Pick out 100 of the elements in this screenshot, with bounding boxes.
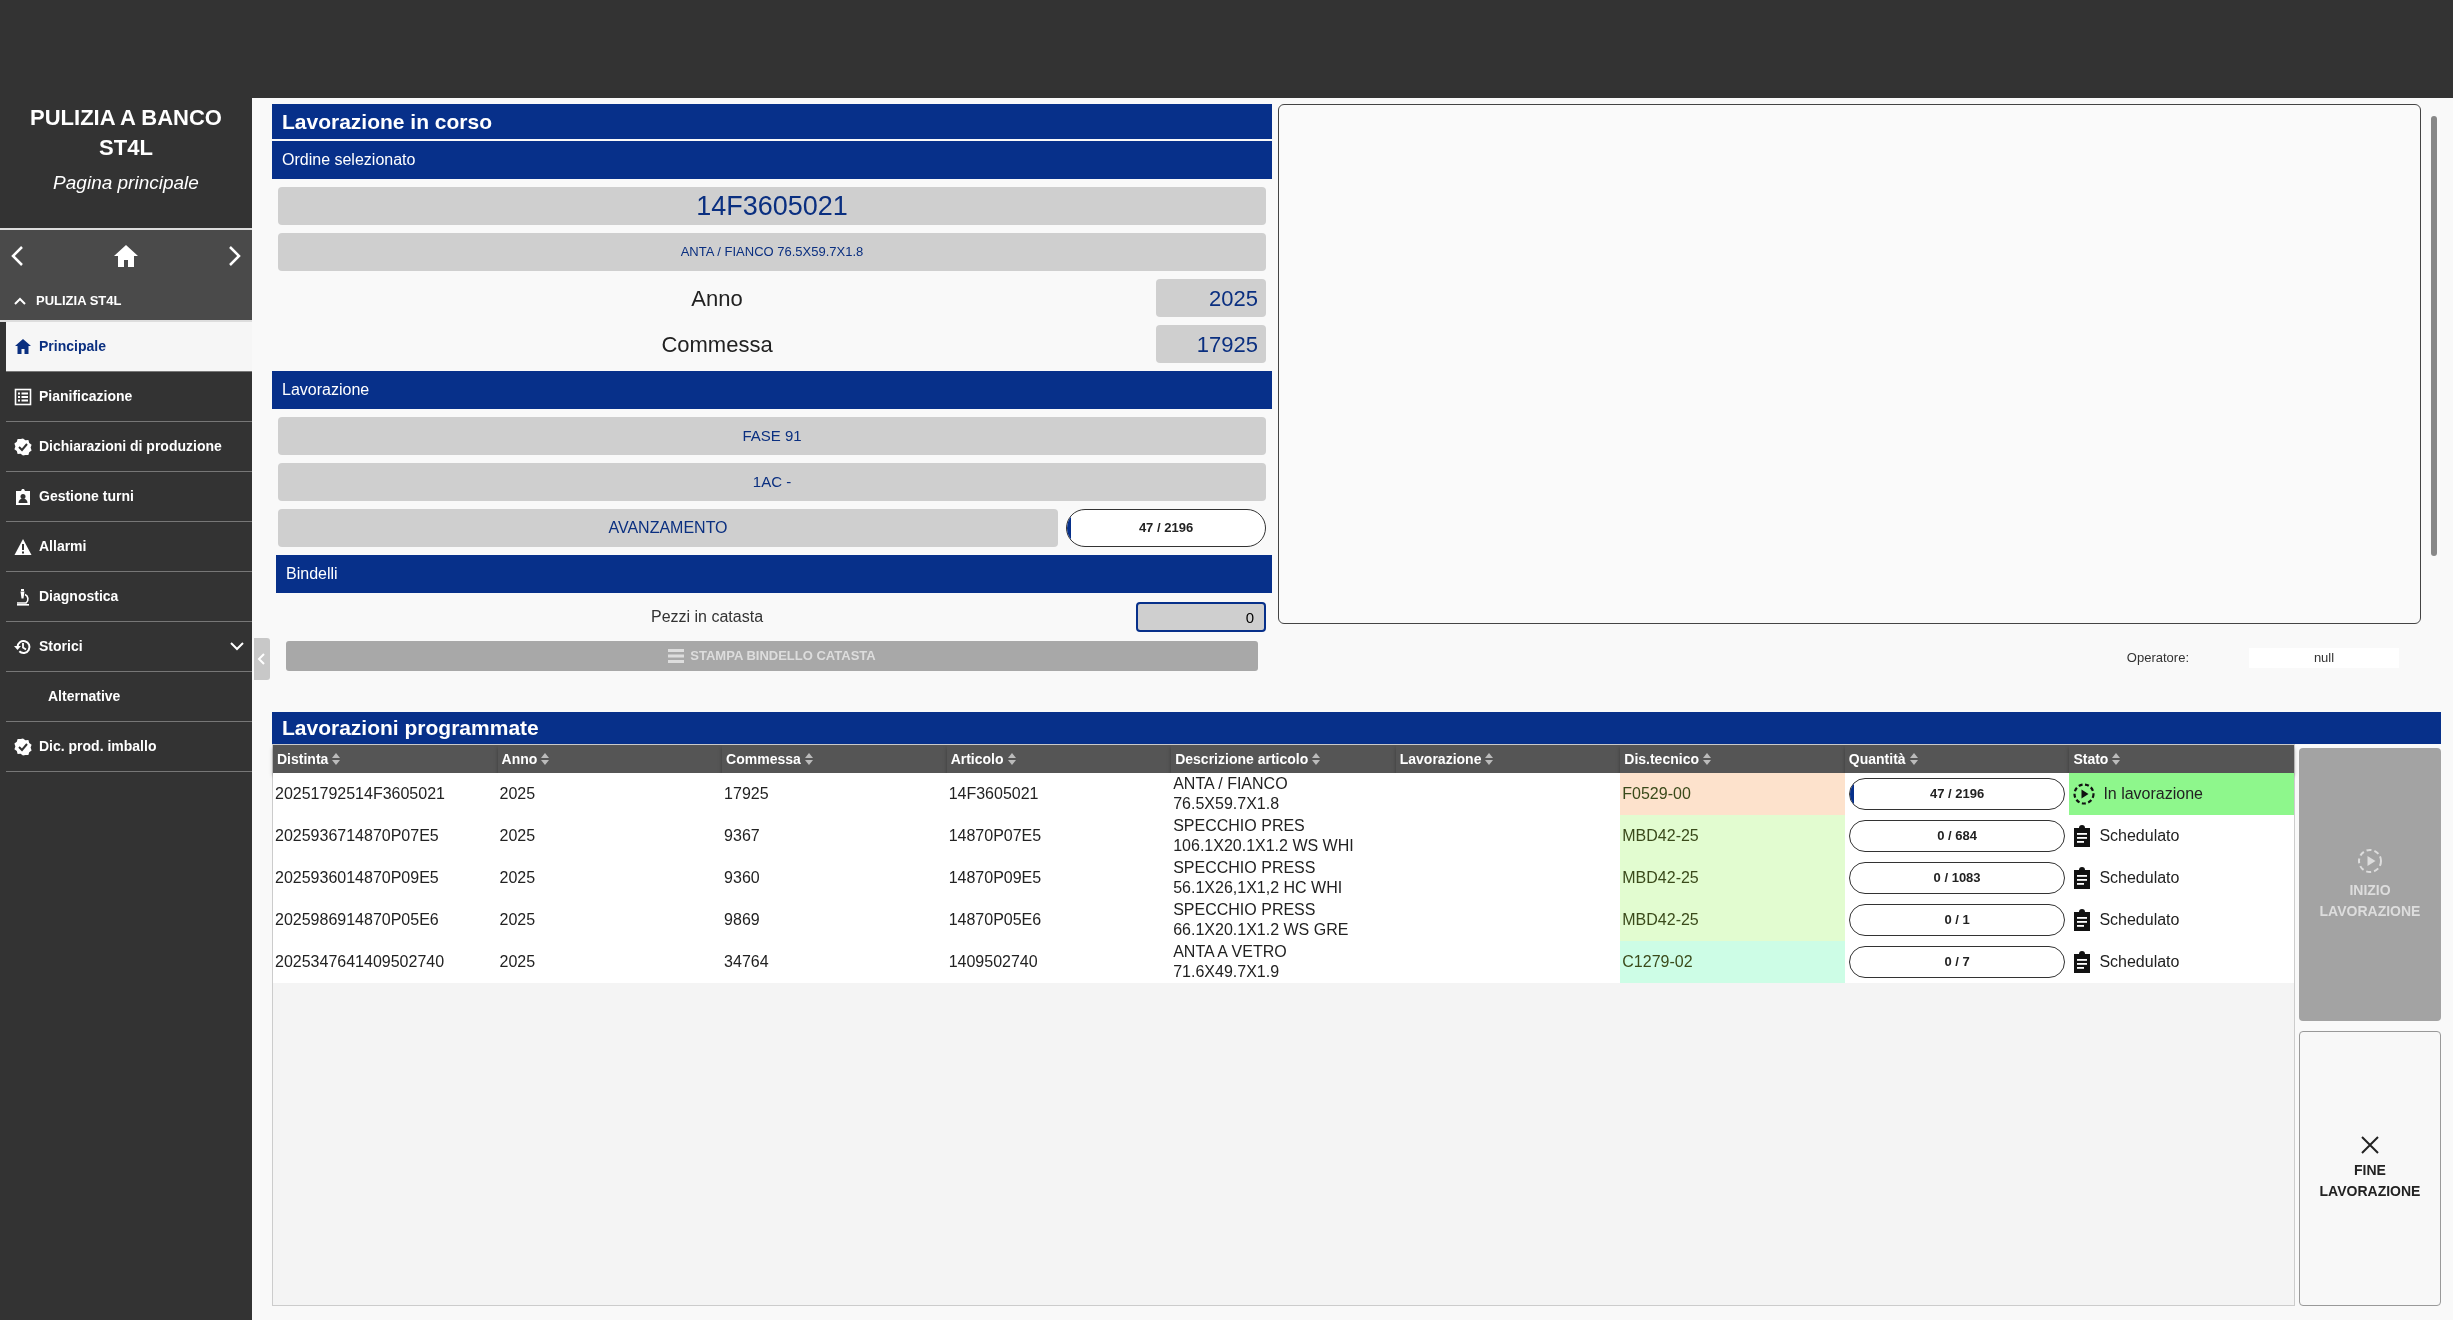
quantity-bar: 0 / 684: [1848, 820, 2066, 852]
table-cell: 2025: [497, 815, 723, 857]
table-cell: 2025936014870P09E5: [273, 857, 498, 899]
status-cell: Schedulato: [2069, 857, 2294, 899]
sidebar-item[interactable]: Alternative: [6, 672, 252, 722]
home-icon: [14, 337, 32, 356]
clipboard-icon: [2073, 825, 2092, 847]
table-cell: F0529-00: [1620, 773, 1845, 815]
history-icon: [14, 637, 32, 656]
table-cell: 9367: [722, 815, 947, 857]
table-cell: MBD42-25: [1620, 857, 1845, 899]
pieces-input[interactable]: 0: [1136, 602, 1266, 632]
field-label: Pezzi in catasta: [649, 607, 765, 627]
sort-icon: [332, 752, 341, 765]
verified-badge-icon: [14, 437, 32, 456]
sidebar-item[interactable]: Allarmi: [6, 522, 252, 572]
operator-label: Operatore:: [2126, 649, 2189, 667]
app-title: PULIZIA A BANCO ST4L: [29, 104, 223, 162]
order-code: 14F3605021: [278, 187, 1266, 225]
progress-label: AVANZAMENTO: [278, 509, 1058, 547]
phase-field: FASE 91: [278, 417, 1266, 455]
column-header[interactable]: Stato: [2069, 745, 2294, 773]
table-cell: SPECCHIO PRES 106.1X20.1X1.2 WS WHI: [1171, 815, 1396, 857]
quantity-bar: 0 / 1: [1848, 904, 2066, 936]
field-value: 2025: [1156, 279, 1266, 317]
status-cell: Schedulato: [2069, 941, 2294, 983]
status-cell: Schedulato: [2069, 815, 2294, 857]
column-header[interactable]: Lavorazione: [1395, 745, 1621, 773]
column-header[interactable]: Articolo: [946, 745, 1172, 773]
column-header[interactable]: Descrizione articolo: [1171, 745, 1396, 773]
table-cell: SPECCHIO PRESS 56.1X26,1X1,2 HC WHI: [1171, 857, 1396, 899]
list-icon: [14, 387, 32, 406]
table-cell: 17925: [722, 773, 947, 815]
table-cell: MBD42-25: [1620, 815, 1845, 857]
table-cell: 2025: [497, 899, 723, 941]
chevron-left-icon: [10, 245, 24, 267]
table-cell: 1409502740: [946, 941, 1172, 983]
sort-icon: [541, 752, 550, 765]
sidebar-item[interactable]: Gestione turni: [6, 472, 252, 522]
quantity-bar: 0 / 7: [1848, 946, 2066, 978]
microscope-icon: [14, 587, 32, 606]
section-header: Lavorazioni programmate: [272, 712, 2441, 744]
quantity-bar: 47 / 2196: [1848, 778, 2066, 810]
table-cell: C1279-02: [1620, 941, 1845, 983]
table-cell: 2025: [497, 857, 723, 899]
play-circle-icon: [2357, 847, 2383, 874]
sort-icon: [1485, 752, 1494, 765]
status-cell: Schedulato: [2069, 899, 2294, 941]
clipboard-icon: [2073, 867, 2092, 889]
table-cell: 14F3605021: [946, 773, 1172, 815]
column-header[interactable]: Quantità: [1844, 745, 2070, 773]
sidebar-item[interactable]: Pianificazione: [6, 372, 252, 422]
sort-icon: [804, 752, 813, 765]
field-value: 17925: [1156, 325, 1266, 363]
column-header[interactable]: Commessa: [722, 745, 947, 773]
table-cell: 2025986914870P05E6: [273, 899, 498, 941]
sidebar-item[interactable]: Principale: [6, 322, 252, 372]
section-header: Bindelli: [276, 555, 1272, 593]
clipboard-icon: [2073, 951, 2092, 973]
table-cell: ANTA A VETRO 71.6X49.7X1.9: [1171, 941, 1396, 983]
order-description: ANTA / FIANCO 76.5X59.7X1.8: [278, 233, 1266, 271]
nav-group-header[interactable]: PULIZIA ST4L: [0, 282, 136, 320]
table-cell: 2025: [497, 773, 723, 815]
table-cell: 20251792514F3605021: [273, 773, 498, 815]
sidebar-item[interactable]: Storici: [6, 622, 252, 672]
column-header[interactable]: Distinta: [273, 745, 498, 773]
sidebar-item[interactable]: Dichiarazioni di produzione: [6, 422, 252, 472]
table-cell: 9360: [722, 857, 947, 899]
table-cell: 9869: [722, 899, 947, 941]
page-subtitle: Pagina principale: [52, 171, 200, 195]
progress-bar: 47 / 2196: [1066, 509, 1266, 547]
chevron-right-icon: [228, 245, 242, 267]
sidebar-item[interactable]: Diagnostica: [6, 572, 252, 622]
clipboard-icon: [2073, 909, 2092, 931]
table-cell: 2025347641409502740: [273, 941, 498, 983]
sort-icon: [2112, 752, 2121, 765]
field-label: Commessa: [660, 330, 774, 359]
sort-icon: [1007, 752, 1016, 765]
chevron-up-icon: [14, 297, 26, 305]
column-header[interactable]: Dis.tecnico: [1620, 745, 1845, 773]
column-header[interactable]: Anno: [497, 745, 723, 773]
table-cell: 14870P05E6: [946, 899, 1172, 941]
end-button[interactable]: FINE LAVORAZIONE: [2299, 1031, 2441, 1306]
table-cell: 14870P07E5: [946, 815, 1172, 857]
sidebar-item[interactable]: Dic. prod. imballo: [6, 722, 252, 772]
table-cell: MBD42-25: [1620, 899, 1845, 941]
section-header: Lavorazione in corso: [272, 104, 1272, 139]
field-label: Anno: [690, 284, 744, 313]
table-cell: 34764: [722, 941, 947, 983]
warning-icon: [14, 537, 32, 556]
table-cell: 2025: [497, 941, 723, 983]
sort-icon: [1703, 752, 1711, 765]
table-cell: SPECCHIO PRESS 66.1X20.1X1.2 WS GRE: [1171, 899, 1396, 941]
verified-badge-icon: [14, 737, 32, 756]
table-cell: 2025936714870P07E5: [273, 815, 498, 857]
close-icon: [2361, 1135, 2379, 1154]
sort-icon: [1312, 752, 1321, 765]
cycle-field: 1AC -: [278, 463, 1266, 501]
menu-icon: [668, 649, 685, 663]
quantity-bar: 0 / 1083: [1848, 862, 2066, 894]
